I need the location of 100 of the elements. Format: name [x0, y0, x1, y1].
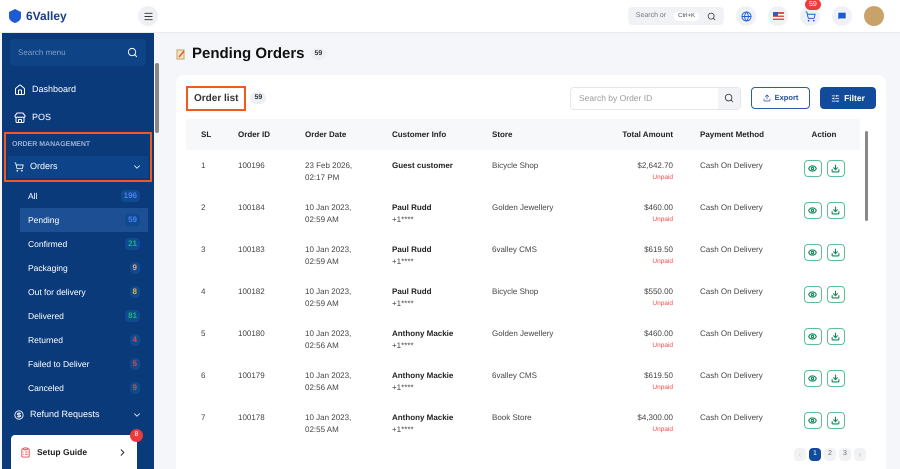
total-amount: $460.00 — [644, 328, 673, 340]
customer-name: Guest customer — [392, 160, 454, 172]
search-icon — [724, 93, 734, 103]
sidebar-subitem[interactable]: Packaging 9 — [20, 256, 148, 280]
download-icon — [831, 374, 840, 383]
cart-icon — [14, 162, 24, 172]
setup-guide-label: Setup Guide — [37, 446, 88, 458]
download-button[interactable] — [826, 328, 844, 345]
orders-menu-item[interactable]: Orders — [8, 156, 148, 178]
clipboard-icon — [20, 446, 31, 458]
view-button[interactable] — [804, 160, 822, 177]
chat-icon — [837, 11, 847, 21]
order-search-field[interactable]: Search by Order ID — [570, 86, 741, 110]
table-cell-text: 3 — [200, 244, 206, 256]
customer-phone: +1**** — [392, 340, 415, 352]
download-button[interactable] — [826, 244, 844, 261]
refund-menu-item[interactable]: Refund Requests — [2, 403, 154, 427]
order-time: 02:59 AM — [305, 256, 340, 268]
language-button[interactable] — [736, 6, 756, 26]
download-button[interactable] — [826, 412, 844, 429]
download-icon — [831, 164, 840, 173]
download-icon — [831, 206, 840, 215]
cart-icon — [804, 10, 816, 22]
table-cell-text: Cash On Delivery — [699, 370, 764, 382]
count-badge: 9 — [130, 262, 140, 274]
download-button[interactable] — [826, 160, 844, 177]
order-time: 02:55 AM — [305, 424, 340, 436]
sidebar-item[interactable]: Dashboard — [2, 76, 154, 104]
eye-icon — [808, 416, 817, 425]
store-icon — [14, 112, 26, 124]
view-button[interactable] — [804, 370, 822, 387]
sliders-icon — [831, 94, 840, 102]
table-cell-text: 100196 — [238, 160, 266, 172]
view-button[interactable] — [804, 412, 822, 429]
sidebar-subitem[interactable]: Failed to Deliver 5 — [20, 352, 148, 376]
count-badge: 8 — [130, 286, 140, 298]
download-icon — [831, 248, 840, 257]
download-button[interactable] — [826, 286, 844, 303]
sidebar-subitem[interactable]: All 196 — [20, 184, 148, 208]
order-time: 02:56 AM — [305, 382, 340, 394]
table-cell-text: 2 — [200, 202, 206, 214]
sidebar-scrollbar[interactable] — [155, 63, 159, 133]
customer-phone: +1**** — [392, 214, 415, 226]
sidebar-subitem[interactable]: Out for delivery 8 — [20, 280, 148, 304]
avatar[interactable] — [864, 6, 884, 26]
table-cell-text: 6valley CMS — [492, 244, 538, 256]
sidebar-subitem[interactable]: Returned 4 — [20, 328, 148, 352]
brand-name: 6Valley — [26, 8, 67, 25]
column-header: Order ID — [238, 128, 272, 140]
table-cell-text: Cash On Delivery — [699, 244, 764, 256]
view-button[interactable] — [804, 328, 822, 345]
flag-button[interactable] — [768, 6, 788, 26]
table-cell-text: Golden Jewellery — [492, 328, 554, 340]
table-cell-text: 100182 — [238, 286, 266, 298]
column-header: Customer Info — [392, 128, 448, 140]
dollar-icon — [14, 410, 24, 420]
table-cell-text: 4 — [200, 286, 206, 298]
order-search-input[interactable]: Search by Order ID — [571, 88, 718, 108]
home-icon — [14, 84, 26, 96]
order-date: 10 Jan 2023, — [305, 412, 352, 424]
eye-icon — [808, 248, 817, 257]
customer-phone: +1**** — [392, 424, 415, 436]
total-amount: $619.50 — [644, 244, 673, 256]
table-cell-text: Book Store — [492, 412, 533, 424]
sidebar-subitem[interactable]: Canceled 9 — [20, 376, 148, 400]
chevron-left-icon — [797, 452, 803, 458]
table-cell-text: Cash On Delivery — [699, 412, 764, 424]
menu-button[interactable] — [138, 6, 158, 26]
order-date: 10 Jan 2023, — [305, 286, 352, 298]
customer-name: Anthony Mackie — [392, 370, 454, 382]
memo-icon — [176, 48, 186, 60]
table-cell-text: Bicycle Shop — [492, 286, 540, 298]
table-scrollbar[interactable] — [865, 131, 868, 221]
sidebar-subitem[interactable]: Confirmed 21 — [20, 232, 148, 256]
download-button[interactable] — [826, 370, 844, 387]
download-button[interactable] — [826, 202, 844, 219]
messages-button[interactable] — [832, 6, 852, 26]
download-icon — [831, 290, 840, 299]
sidebar-subitem[interactable]: Delivered 81 — [20, 304, 148, 328]
filter-button[interactable]: Filter — [820, 87, 876, 109]
count-badge: 4 — [130, 334, 140, 346]
table-cell-text: 6 — [200, 370, 206, 382]
page-title: Pending Orders — [192, 44, 305, 64]
view-button[interactable] — [804, 202, 822, 219]
view-button[interactable] — [804, 244, 822, 261]
sidebar-item[interactable]: POS — [2, 104, 154, 132]
download-icon — [831, 332, 840, 341]
globe-icon — [740, 10, 752, 22]
column-header: Total Amount — [621, 128, 674, 140]
customer-name: Paul Rudd — [392, 202, 433, 214]
setup-guide-card[interactable]: Setup Guide — [11, 435, 137, 469]
view-button[interactable] — [804, 286, 822, 303]
eye-icon — [808, 164, 817, 173]
table-cell-text: 1 — [200, 160, 206, 172]
column-header: Order Date — [305, 128, 348, 140]
table-cell-text: Golden Jewellery — [492, 202, 554, 214]
customer-name: Anthony Mackie — [392, 328, 454, 340]
table-cell-text: Cash On Delivery — [699, 328, 764, 340]
order-time: 02:59 AM — [305, 298, 340, 310]
sidebar-subitem[interactable]: Pending 59 — [20, 208, 148, 232]
